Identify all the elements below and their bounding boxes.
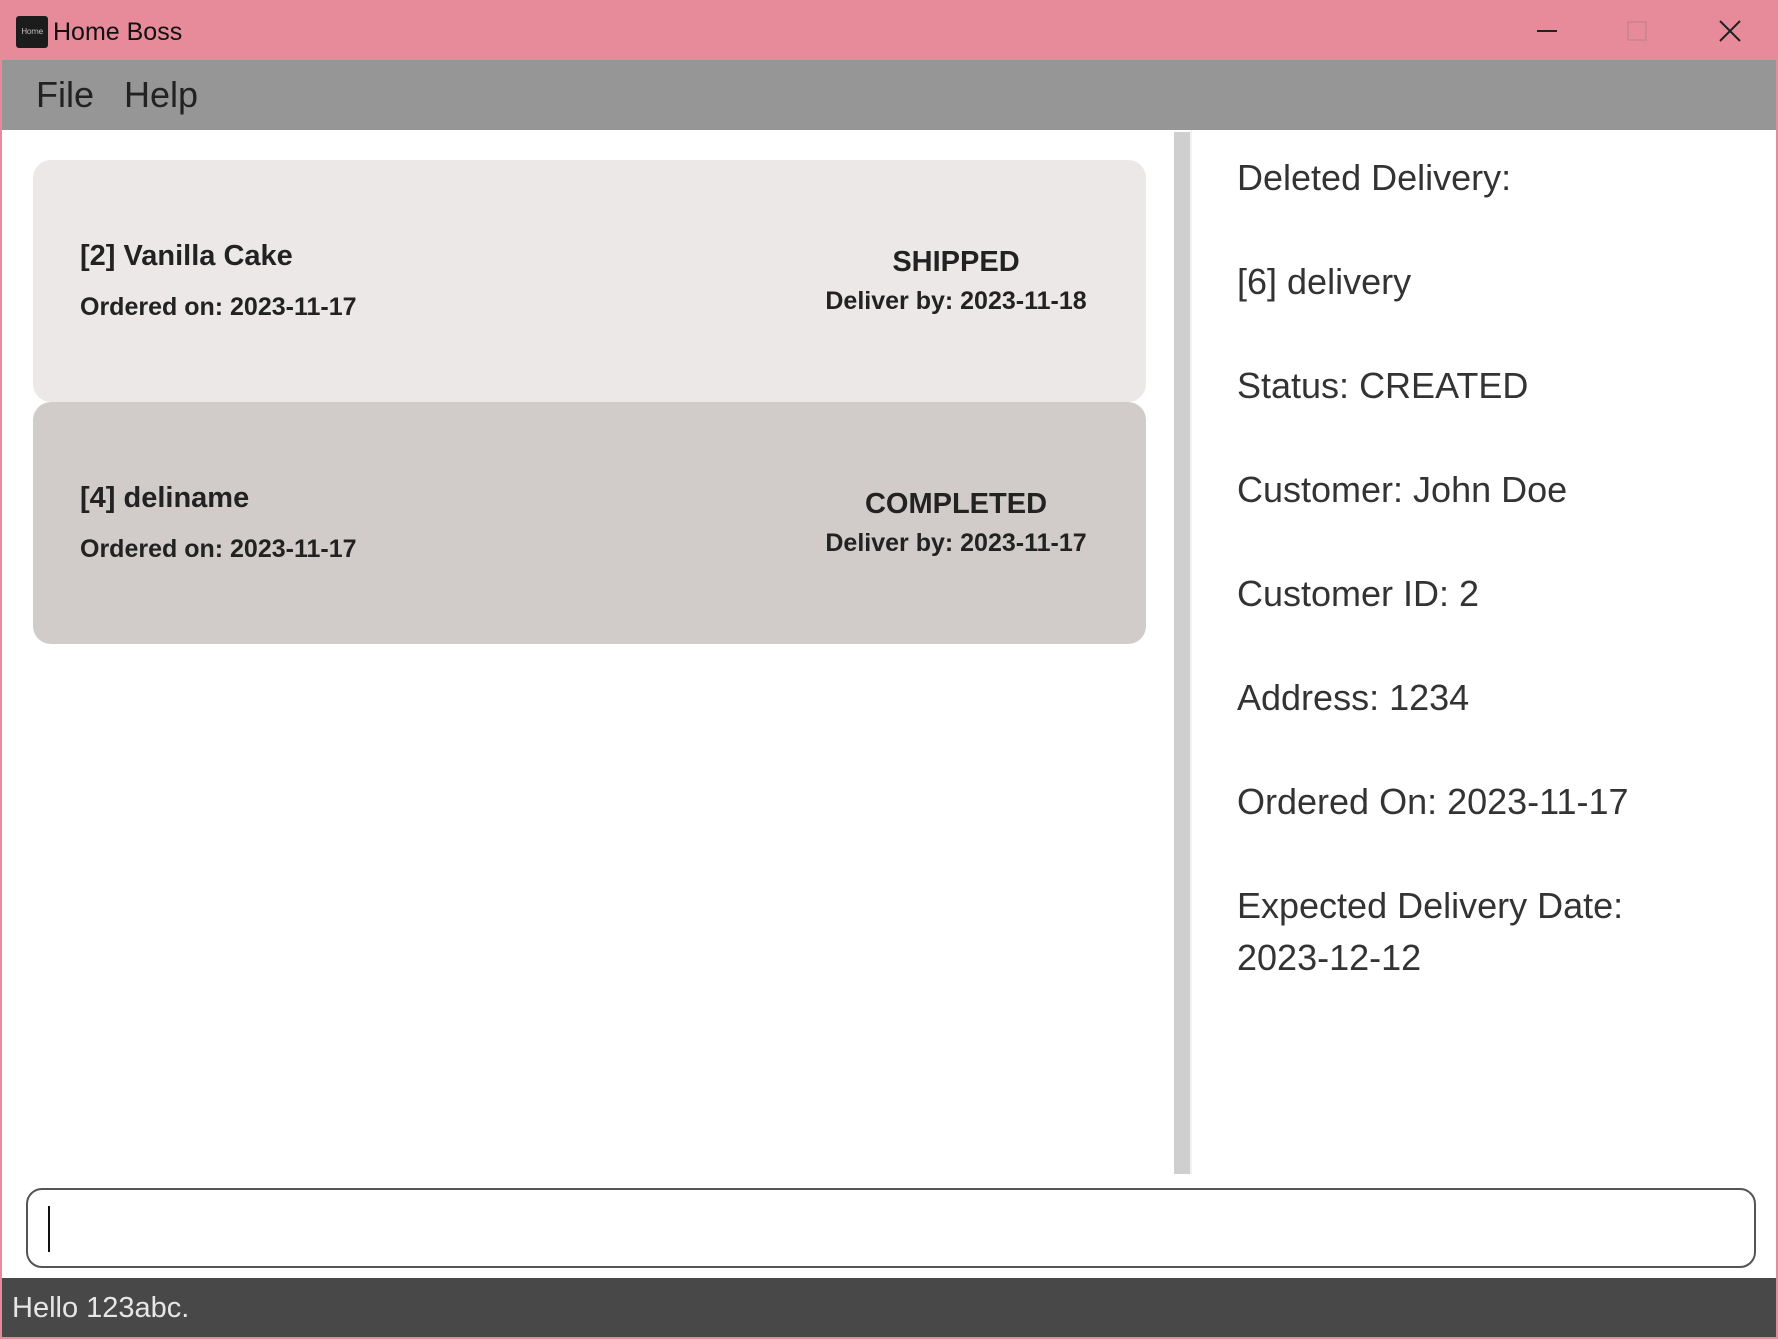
- delivery-deliver-by: Deliver by: 2023-11-17: [825, 529, 1087, 557]
- delivery-list[interactable]: [2] Vanilla Cake Ordered on: 2023-11-17 …: [2, 130, 1174, 1174]
- result-line: Customer: John Doe: [1237, 469, 1568, 510]
- delivery-card[interactable]: [2] Vanilla Cake Ordered on: 2023-11-17 …: [33, 160, 1146, 402]
- result-line: Deleted Delivery:: [1237, 157, 1512, 198]
- result-line: 2023-12-12: [1237, 937, 1422, 978]
- result-display: Deleted Delivery: [6] delivery Status: C…: [1190, 130, 1776, 1174]
- result-line: [6] delivery: [1237, 261, 1412, 302]
- delivery-status: COMPLETED: [864, 488, 1048, 520]
- result-text: Deleted Delivery: [6] delivery Status: C…: [1237, 152, 1737, 984]
- delivery-card[interactable]: [4] deliname Ordered on: 2023-11-17 COMP…: [33, 402, 1146, 644]
- close-button[interactable]: [1685, 2, 1775, 60]
- command-box: [2, 1174, 1776, 1278]
- delivery-name: [4] deliname: [80, 482, 250, 514]
- title-bar[interactable]: Home Home Boss: [2, 2, 1776, 60]
- result-line: Customer ID: 2: [1237, 573, 1480, 614]
- result-line: Ordered On: 2023-11-17: [1237, 781, 1629, 822]
- delivery-ordered-date: Ordered on: 2023-11-17: [80, 293, 357, 321]
- close-icon: [1719, 20, 1741, 42]
- result-line: Expected Delivery Date:: [1237, 885, 1624, 926]
- app-window: Home Home Boss File Help [2] Vanilla Cak…: [0, 0, 1778, 1339]
- minimize-button[interactable]: [1502, 2, 1592, 60]
- result-line: Status: CREATED: [1237, 365, 1529, 406]
- panel-splitter[interactable]: [1174, 132, 1190, 1174]
- menu-file[interactable]: File: [32, 74, 98, 116]
- maximize-button[interactable]: [1592, 2, 1682, 60]
- menu-help[interactable]: Help: [120, 74, 202, 116]
- window-title: Home Boss: [53, 18, 183, 46]
- status-message: Hello 123abc.: [12, 1292, 190, 1324]
- text-caret: [48, 1206, 50, 1252]
- delivery-deliver-by: Deliver by: 2023-11-18: [825, 287, 1087, 315]
- minimize-icon: [1537, 30, 1557, 32]
- delivery-name: [2] Vanilla Cake: [80, 240, 293, 272]
- menu-bar: File Help: [2, 60, 1776, 130]
- status-bar: Hello 123abc.: [2, 1278, 1776, 1337]
- delivery-ordered-date: Ordered on: 2023-11-17: [80, 535, 357, 563]
- command-input[interactable]: [26, 1188, 1756, 1268]
- result-line: Address: 1234: [1237, 677, 1470, 718]
- app-logo-icon: Home: [16, 16, 48, 48]
- delivery-status: SHIPPED: [892, 246, 1020, 278]
- maximize-icon: [1627, 21, 1647, 41]
